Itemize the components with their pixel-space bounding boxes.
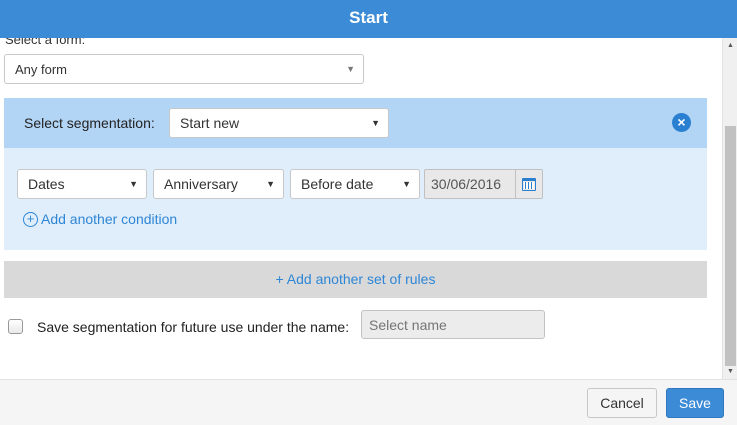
- scrollbar-thumb[interactable]: [725, 126, 736, 366]
- calendar-button[interactable]: [515, 170, 542, 198]
- segmentation-select[interactable]: Start new ▼: [169, 108, 389, 138]
- save-segmentation-label: Save segmentation for future use under t…: [37, 319, 350, 335]
- calendar-icon: [522, 177, 537, 191]
- dialog-footer: Cancel Save: [0, 379, 737, 425]
- plus-circle-icon: +: [23, 211, 38, 227]
- condition-field-value: Dates: [28, 176, 65, 192]
- form-select-value: Any form: [15, 61, 68, 77]
- condition-type-value: Anniversary: [164, 176, 238, 192]
- segmentation-body: Dates ▼ Anniversary ▼ Before date ▼ 30/0…: [4, 148, 707, 250]
- dialog-title: Start: [0, 0, 737, 38]
- close-icon[interactable]: ×: [672, 113, 691, 132]
- segmentation-select-value: Start new: [180, 115, 240, 131]
- segmentation-header: Select segmentation: Start new ▼ ×: [4, 98, 707, 148]
- form-select[interactable]: Any form ▼: [4, 54, 364, 84]
- scroll-up-icon[interactable]: ▲: [723, 38, 737, 53]
- condition-field-select[interactable]: Dates ▼: [17, 169, 147, 199]
- date-field[interactable]: 30/06/2016: [424, 169, 543, 199]
- scroll-down-icon[interactable]: ▼: [723, 364, 737, 379]
- chevron-down-icon: ▼: [129, 179, 138, 189]
- date-value[interactable]: 30/06/2016: [425, 170, 515, 198]
- chevron-down-icon: ▼: [346, 64, 355, 74]
- vertical-scrollbar[interactable]: ▲ ▼: [722, 38, 737, 379]
- chevron-down-icon: ▼: [402, 179, 411, 189]
- add-condition-label: Add another condition: [41, 211, 178, 227]
- chevron-down-icon: ▼: [266, 179, 275, 189]
- chevron-down-icon: ▼: [371, 118, 380, 128]
- segmentation-label: Select segmentation:: [24, 115, 155, 131]
- segmentation-name-input[interactable]: [361, 310, 545, 339]
- dialog-content: Select a form: Any form ▼ Select segment…: [0, 38, 722, 379]
- add-rule-set-button[interactable]: + Add another set of rules: [4, 261, 707, 298]
- condition-operator-value: Before date: [301, 176, 374, 192]
- add-condition-link[interactable]: + Add another condition: [23, 211, 177, 227]
- select-form-label: Select a form:: [5, 38, 86, 47]
- cancel-button[interactable]: Cancel: [587, 388, 657, 418]
- condition-operator-select[interactable]: Before date ▼: [290, 169, 420, 199]
- save-button[interactable]: Save: [666, 388, 724, 418]
- condition-type-select[interactable]: Anniversary ▼: [153, 169, 284, 199]
- save-segmentation-checkbox[interactable]: [8, 319, 23, 334]
